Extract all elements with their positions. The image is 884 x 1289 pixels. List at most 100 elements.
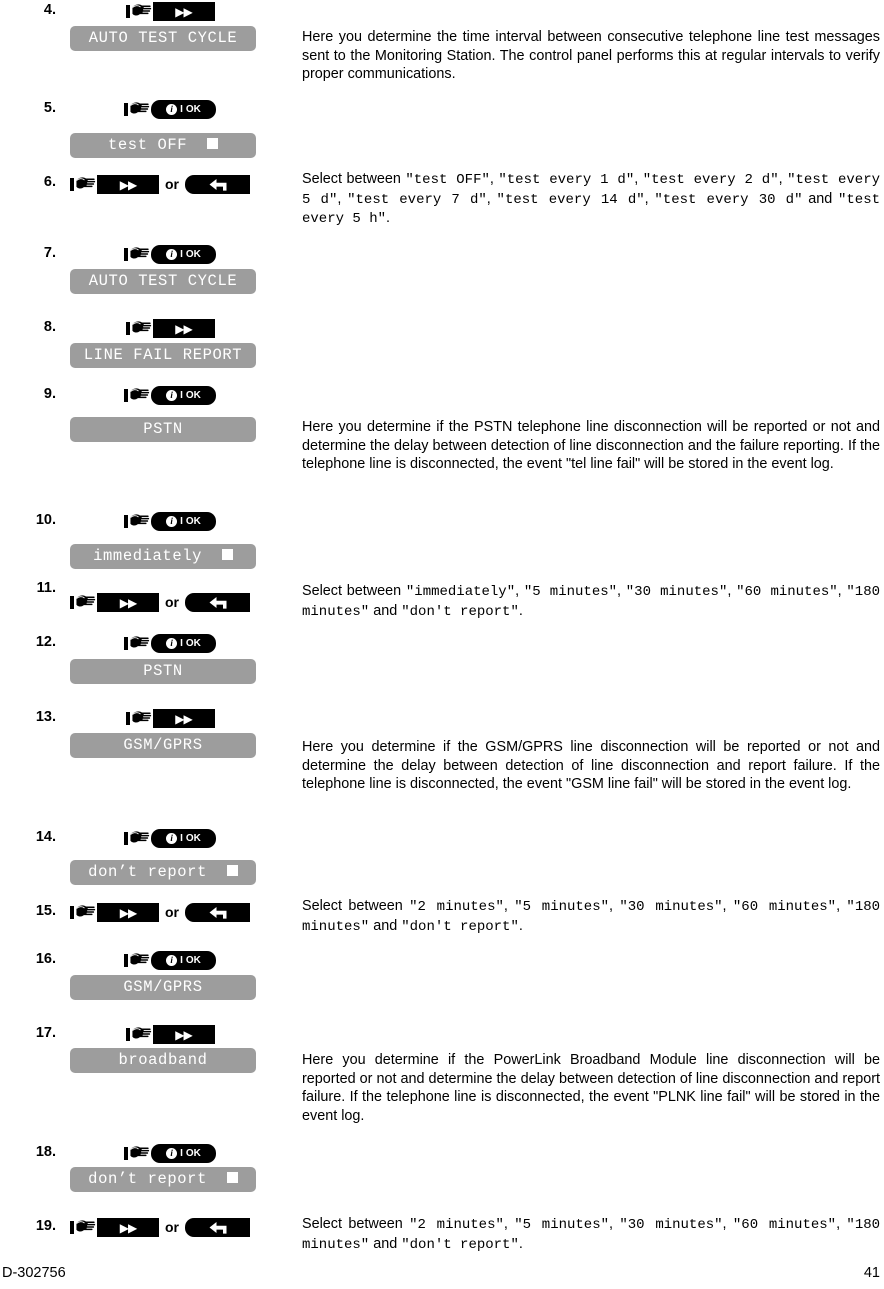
keypress-illustration: i I OK — [70, 1143, 270, 1164]
info-icon: i — [166, 1148, 178, 1159]
description-text: Select between — [302, 171, 406, 187]
description-text: , — [503, 898, 515, 914]
back-key-icon[interactable] — [185, 593, 250, 612]
menu-option-value: "30 minutes" — [619, 899, 723, 915]
keypress-illustration: ▶▶ — [70, 708, 270, 729]
ok-key-icon[interactable]: i I OK — [151, 634, 216, 653]
hand-pointer-icon — [124, 386, 150, 405]
ok-key-icon[interactable]: i I OK — [151, 386, 216, 405]
ok-key-icon[interactable]: i I OK — [151, 1144, 216, 1163]
ok-key-separator: I — [180, 389, 183, 401]
keypress-illustration: ▶▶ or — [70, 902, 270, 923]
menu-option-value: "test every 14 d" — [496, 191, 645, 208]
ok-key-icon[interactable]: i I OK — [151, 512, 216, 531]
page-number: 41 — [863, 1265, 880, 1281]
menu-option-value: "5 minutes" — [514, 899, 609, 915]
description-text: , — [503, 1216, 515, 1232]
menu-option-value: "test OFF" — [405, 172, 490, 188]
lcd-text: immediately — [93, 547, 203, 565]
keypress-illustration: i I OK — [70, 950, 270, 971]
description-text: , — [722, 1216, 733, 1232]
description-text: Select between — [302, 583, 406, 599]
menu-option-value: "test every 7 d" — [347, 191, 487, 208]
back-arrow-glyph — [209, 597, 226, 609]
or-label: or — [165, 176, 179, 192]
ok-text: OK — [185, 248, 201, 260]
description-text: Here you determine the time interval bet… — [302, 29, 880, 82]
next-key-icon[interactable]: ▶▶ — [152, 709, 215, 728]
description-text: . — [518, 602, 523, 619]
info-icon: i — [166, 104, 178, 115]
selected-checkbox-icon — [221, 549, 233, 561]
menu-option-value: "test every 1 d" — [498, 172, 635, 188]
ok-key-label: i I OK — [166, 833, 201, 844]
info-icon: i — [166, 833, 178, 844]
lcd-display: LINE FAIL REPORT — [70, 343, 256, 368]
keypress-illustration: i I OK — [70, 385, 270, 406]
lcd-spacer — [207, 863, 227, 881]
menu-option-value: "don't report" — [401, 603, 519, 620]
ok-key-separator: I — [180, 248, 183, 260]
keypress-illustration: i I OK — [70, 244, 270, 265]
next-key-icon[interactable]: ▶▶ — [97, 1218, 159, 1237]
description-text: , — [609, 898, 620, 914]
lcd-text: test OFF — [107, 136, 188, 154]
step-description: Select between "immediately", "5 minutes… — [302, 582, 880, 621]
back-key-icon[interactable] — [185, 1218, 250, 1237]
hand-pointer-icon — [124, 1144, 150, 1163]
next-key-icon[interactable]: ▶▶ — [152, 1025, 215, 1044]
next-key-label: ▶▶ — [175, 321, 192, 336]
description-text: . — [386, 210, 391, 226]
ok-text: OK — [185, 103, 201, 115]
menu-option-value: "don't report" — [401, 1236, 519, 1253]
next-key-label: ▶▶ — [119, 177, 137, 192]
next-key-icon[interactable]: ▶▶ — [152, 2, 215, 21]
ok-text: OK — [185, 637, 201, 649]
step-number: 8. — [43, 319, 56, 335]
description-text: , — [617, 583, 626, 599]
ok-text: OK — [185, 1147, 201, 1159]
hand-pointer-icon — [124, 951, 150, 970]
step-description: Here you determine if the PSTN telephone… — [302, 418, 880, 474]
next-key-icon[interactable]: ▶▶ — [152, 319, 215, 338]
info-icon: i — [166, 955, 178, 966]
step-description: Here you determine if the GSM/GPRS line … — [302, 738, 880, 794]
back-arrow-glyph — [209, 907, 226, 919]
keypress-illustration: ▶▶ — [70, 1, 270, 22]
next-key-icon[interactable]: ▶▶ — [97, 593, 159, 612]
hand-pointer-icon — [124, 245, 150, 264]
description-text: , — [644, 190, 655, 207]
description-text: , — [634, 171, 643, 187]
hand-pointer-icon — [124, 100, 150, 119]
back-arrow-glyph — [209, 1222, 226, 1234]
lcd-text: don’t report — [88, 1170, 207, 1188]
keypress-illustration: i I OK — [70, 99, 270, 120]
step-number: 16. — [35, 951, 56, 967]
menu-option-value: "60 minutes" — [736, 584, 838, 600]
step-description: Select between "2 minutes", "5 minutes",… — [302, 1215, 880, 1254]
next-key-icon[interactable]: ▶▶ — [97, 175, 159, 194]
hand-pointer-icon — [125, 2, 152, 21]
keypress-illustration: ▶▶ or — [70, 174, 270, 195]
keypress-illustration: i I OK — [70, 828, 270, 849]
description-text: and — [369, 917, 402, 934]
next-key-icon[interactable]: ▶▶ — [97, 903, 159, 922]
next-key-label: ▶▶ — [175, 711, 192, 726]
ok-key-icon[interactable]: i I OK — [151, 951, 216, 970]
back-key-icon[interactable] — [185, 903, 250, 922]
step-number: 4. — [43, 2, 56, 18]
lcd-text: PSTN — [143, 662, 183, 680]
menu-option-value: "2 minutes" — [409, 1217, 504, 1233]
menu-option-value: "60 minutes" — [732, 1217, 837, 1233]
lcd-display: immediately — [70, 544, 256, 569]
description-text: , — [337, 190, 348, 207]
back-key-icon[interactable] — [185, 175, 250, 194]
description-text: Here you determine if the PowerLink Broa… — [302, 1052, 880, 1124]
ok-key-icon[interactable]: i I OK — [151, 829, 216, 848]
or-label: or — [165, 1219, 179, 1235]
lcd-display: GSM/GPRS — [70, 733, 256, 758]
menu-option-value: "30 minutes" — [625, 584, 728, 600]
ok-key-icon[interactable]: i I OK — [151, 100, 216, 119]
ok-key-icon[interactable]: i I OK — [151, 245, 216, 264]
lcd-text: broadband — [118, 1051, 208, 1069]
